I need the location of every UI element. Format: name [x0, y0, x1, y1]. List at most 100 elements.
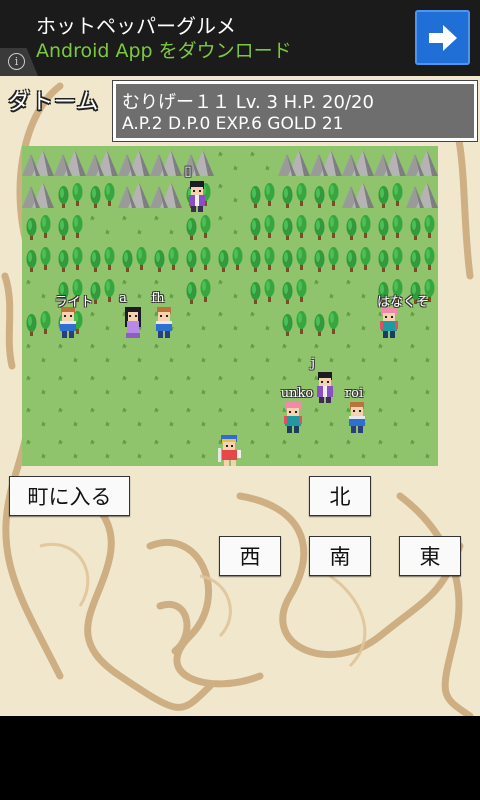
- grass-tile: [90, 311, 110, 331]
- character-name-5: はなくそ: [376, 295, 430, 310]
- grass-tile: [122, 407, 142, 427]
- status-line-2: A.P.2 D.P.0 EXP.6 GOLD 21: [122, 114, 344, 134]
- character-sprite-5[interactable]: [375, 306, 403, 340]
- ad-info-button[interactable]: i: [0, 48, 38, 76]
- character-sprite-1[interactable]: [183, 180, 211, 214]
- mountain-tile: [310, 146, 342, 178]
- tree-tile: [282, 247, 307, 272]
- grass-tile: [26, 343, 46, 363]
- ad-download-button[interactable]: [415, 10, 470, 65]
- ad-banner[interactable]: ホットペッパーグルメ Android App をダウンロード i: [0, 0, 480, 76]
- grass-tile: [122, 215, 142, 235]
- east-button[interactable]: 東: [399, 536, 461, 576]
- grass-tile: [410, 311, 430, 331]
- character-sprite-4[interactable]: [150, 306, 178, 340]
- tree-tile: [314, 215, 339, 240]
- character-name-1: ▯: [184, 164, 192, 179]
- character-sprite-2[interactable]: [54, 306, 82, 340]
- grass-tile: [90, 215, 110, 235]
- grass-tile: [378, 375, 398, 395]
- tree-tile: [410, 247, 435, 272]
- grass-tile: [58, 375, 78, 395]
- tree-tile: [186, 215, 211, 240]
- tree-tile: [410, 215, 435, 240]
- mountain-tile: [86, 146, 118, 178]
- grass-tile: [26, 279, 46, 299]
- tree-tile: [90, 279, 115, 304]
- info-icon[interactable]: i: [8, 53, 25, 70]
- tree-tile: [314, 311, 339, 336]
- mountain-tile: [22, 178, 54, 210]
- mountain-tile: [118, 146, 150, 178]
- north-button[interactable]: 北: [309, 476, 371, 516]
- tree-tile: [90, 183, 115, 208]
- tree-tile: [250, 215, 275, 240]
- tree-tile: [218, 247, 243, 272]
- grass-tile: [218, 279, 238, 299]
- tree-tile: [122, 247, 147, 272]
- grass-tile: [186, 343, 206, 363]
- south-button[interactable]: 南: [309, 536, 371, 576]
- tree-tile: [58, 215, 83, 240]
- grass-tile: [250, 151, 270, 171]
- grass-tile: [346, 439, 366, 459]
- character-sprite-6[interactable]: [311, 371, 339, 405]
- character-sprite-3[interactable]: [119, 306, 147, 340]
- grass-tile: [250, 407, 270, 427]
- arrow-right-icon: [429, 25, 457, 51]
- tree-tile: [282, 311, 307, 336]
- tree-tile: [314, 247, 339, 272]
- grass-tile: [186, 311, 206, 331]
- mountain-tile: [118, 178, 150, 210]
- grass-tile: [90, 407, 110, 427]
- tree-tile: [282, 279, 307, 304]
- bottom-bar: [0, 716, 480, 800]
- grass-tile: [250, 343, 270, 363]
- ad-subtitle[interactable]: Android App をダウンロード: [36, 36, 292, 63]
- enter-town-button[interactable]: 町に入る: [9, 476, 130, 516]
- tree-tile: [314, 183, 339, 208]
- grass-tile: [26, 407, 46, 427]
- grass-tile: [250, 439, 270, 459]
- grass-tile: [122, 375, 142, 395]
- tree-tile: [154, 247, 179, 272]
- grass-tile: [26, 375, 46, 395]
- mountain-tile: [22, 146, 54, 178]
- tree-tile: [378, 215, 403, 240]
- grass-tile: [378, 343, 398, 363]
- grass-tile: [90, 439, 110, 459]
- mountain-tile: [406, 178, 438, 210]
- grass-tile: [250, 375, 270, 395]
- tree-tile: [378, 247, 403, 272]
- tree-tile: [346, 247, 371, 272]
- grass-tile: [90, 375, 110, 395]
- grass-tile: [314, 279, 334, 299]
- tree-tile: [186, 247, 211, 272]
- grass-tile: [314, 407, 334, 427]
- grass-tile: [186, 375, 206, 395]
- character-sprite-8[interactable]: [343, 401, 371, 435]
- grass-tile: [58, 407, 78, 427]
- player-sprite[interactable]: [215, 434, 243, 466]
- grass-tile: [154, 343, 174, 363]
- tree-tile: [90, 247, 115, 272]
- tree-tile: [378, 183, 403, 208]
- character-name-2: ライト: [54, 295, 94, 310]
- grass-tile: [218, 183, 238, 203]
- mountain-tile: [278, 146, 310, 178]
- ad-title[interactable]: ホットペッパーグルメ: [36, 10, 236, 39]
- grass-tile: [218, 151, 238, 171]
- grass-tile: [410, 407, 430, 427]
- grass-tile: [122, 439, 142, 459]
- grass-tile: [154, 375, 174, 395]
- character-name-4: fh: [151, 291, 165, 306]
- west-button[interactable]: 西: [219, 536, 281, 576]
- tree-tile: [282, 215, 307, 240]
- character-name-6: j: [310, 356, 316, 371]
- tree-tile: [282, 183, 307, 208]
- tree-tile: [26, 311, 51, 336]
- grass-tile: [346, 343, 366, 363]
- grass-tile: [218, 407, 238, 427]
- tree-tile: [26, 247, 51, 272]
- character-sprite-7[interactable]: [279, 401, 307, 435]
